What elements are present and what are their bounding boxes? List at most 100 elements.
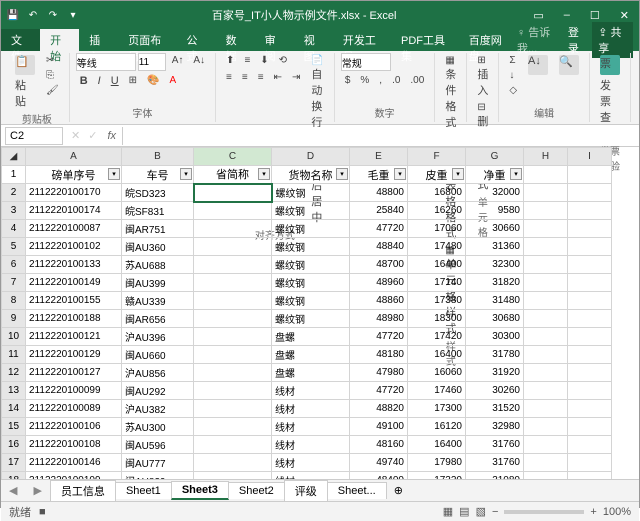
col-E[interactable]: E [350, 148, 408, 166]
cell[interactable]: 48180 [350, 346, 408, 364]
zoom-slider[interactable] [504, 510, 584, 514]
cell[interactable] [568, 472, 612, 480]
cell[interactable]: 16400 [408, 346, 466, 364]
cell[interactable] [524, 418, 568, 436]
cell[interactable]: 17300 [408, 400, 466, 418]
cell[interactable]: 螺纹钢 [272, 256, 350, 274]
cell[interactable]: 2112220100109 [26, 472, 122, 480]
cell[interactable]: 48700 [350, 256, 408, 274]
cell[interactable]: 磅单序号▾ [26, 166, 122, 184]
cell[interactable] [524, 436, 568, 454]
cell[interactable] [524, 346, 568, 364]
cell[interactable] [568, 310, 612, 328]
cell[interactable]: 32000 [466, 184, 524, 202]
increase-font-icon[interactable]: A↑ [168, 53, 188, 71]
cell[interactable]: 48840 [350, 238, 408, 256]
cell[interactable] [524, 256, 568, 274]
cell[interactable]: 17060 [408, 220, 466, 238]
cell[interactable]: 货物名称▾ [272, 166, 350, 184]
cell[interactable]: 螺纹钢 [272, 184, 350, 202]
cell[interactable] [568, 292, 612, 310]
cell[interactable]: 30680 [466, 310, 524, 328]
cell[interactable]: 2112220100146 [26, 454, 122, 472]
tab-baidu[interactable]: 百度网盘 [459, 29, 517, 51]
cell[interactable]: 48860 [350, 292, 408, 310]
cell[interactable]: 17420 [408, 328, 466, 346]
sheet-tab[interactable]: Sheet2 [228, 482, 285, 499]
col-F[interactable]: F [408, 148, 466, 166]
copy-icon[interactable]: ⎘ [42, 68, 63, 83]
cell[interactable]: 盘螺 [272, 364, 350, 382]
cell[interactable]: 18300 [408, 310, 466, 328]
cell[interactable]: 31780 [466, 346, 524, 364]
qat-dropdown-icon[interactable]: ▾ [65, 7, 81, 23]
row-header[interactable]: 5 [2, 238, 26, 256]
cell[interactable] [194, 292, 272, 310]
tab-formulas[interactable]: 公式 [176, 29, 215, 51]
cell[interactable] [194, 328, 272, 346]
cell[interactable]: 17980 [408, 454, 466, 472]
col-H[interactable]: H [524, 148, 568, 166]
row-header[interactable]: 1 [2, 166, 26, 184]
cell[interactable]: 2112220100155 [26, 292, 122, 310]
formula-input[interactable] [122, 127, 639, 145]
filter-icon[interactable]: ▾ [510, 168, 522, 180]
cell[interactable] [568, 274, 612, 292]
cell[interactable]: 47720 [350, 328, 408, 346]
cell[interactable]: 螺纹钢 [272, 220, 350, 238]
inc-decimal-icon[interactable]: .0 [388, 73, 404, 88]
cancel-formula-icon[interactable]: ✕ [67, 129, 84, 142]
filter-icon[interactable]: ▾ [258, 168, 270, 180]
tab-insert[interactable]: 插入 [79, 29, 118, 51]
cell[interactable]: 2112220100127 [26, 364, 122, 382]
align-top-icon[interactable]: ⬆ [222, 53, 238, 68]
cell[interactable] [524, 382, 568, 400]
zoom-level[interactable]: 100% [603, 506, 631, 518]
maximize-icon[interactable]: ☐ [584, 7, 606, 24]
col-B[interactable]: B [122, 148, 194, 166]
cell[interactable] [568, 220, 612, 238]
cell[interactable]: 线材 [272, 382, 350, 400]
row-header[interactable]: 17 [2, 454, 26, 472]
cell[interactable]: 闽AU596 [122, 436, 194, 454]
cell[interactable]: 皖SF831 [122, 202, 194, 220]
cell[interactable] [524, 310, 568, 328]
name-box[interactable]: C2 [5, 127, 63, 145]
cell[interactable]: 螺纹钢 [272, 310, 350, 328]
cond-format-button[interactable]: ▦ 条件格式 [441, 53, 460, 132]
col-C[interactable]: C [194, 148, 272, 166]
indent-dec-icon[interactable]: ⇤ [270, 70, 286, 85]
select-all[interactable]: ◢ [2, 148, 26, 166]
cell[interactable] [524, 166, 568, 184]
cell[interactable] [568, 454, 612, 472]
cell[interactable]: 48820 [350, 400, 408, 418]
cell[interactable]: 闽AR751 [122, 220, 194, 238]
cell[interactable]: 48800 [350, 184, 408, 202]
italic-button[interactable]: I [94, 73, 105, 89]
cell[interactable] [524, 220, 568, 238]
cell[interactable] [194, 436, 272, 454]
currency-icon[interactable]: $ [341, 73, 355, 88]
cell[interactable] [194, 346, 272, 364]
sheet-tab[interactable]: Sheet... [327, 482, 387, 499]
cell[interactable]: 31760 [466, 454, 524, 472]
cell[interactable]: 30300 [466, 328, 524, 346]
cell[interactable] [568, 184, 612, 202]
bold-button[interactable]: B [76, 73, 92, 89]
cell[interactable]: 2112220100174 [26, 202, 122, 220]
cell[interactable]: 闽AU399 [122, 274, 194, 292]
cell[interactable] [568, 364, 612, 382]
redo-icon[interactable]: ↷ [45, 7, 61, 23]
cell[interactable] [194, 400, 272, 418]
cell[interactable] [524, 454, 568, 472]
cell[interactable]: 线材 [272, 400, 350, 418]
cell[interactable] [194, 184, 272, 202]
row-header[interactable]: 6 [2, 256, 26, 274]
cell[interactable]: 毛重▾ [350, 166, 408, 184]
cell[interactable] [194, 454, 272, 472]
cell[interactable]: 16260 [408, 202, 466, 220]
cell[interactable]: 闽AR656 [122, 310, 194, 328]
cell[interactable] [568, 436, 612, 454]
filter-icon[interactable]: ▾ [452, 168, 464, 180]
cell[interactable]: 赣AU339 [122, 292, 194, 310]
